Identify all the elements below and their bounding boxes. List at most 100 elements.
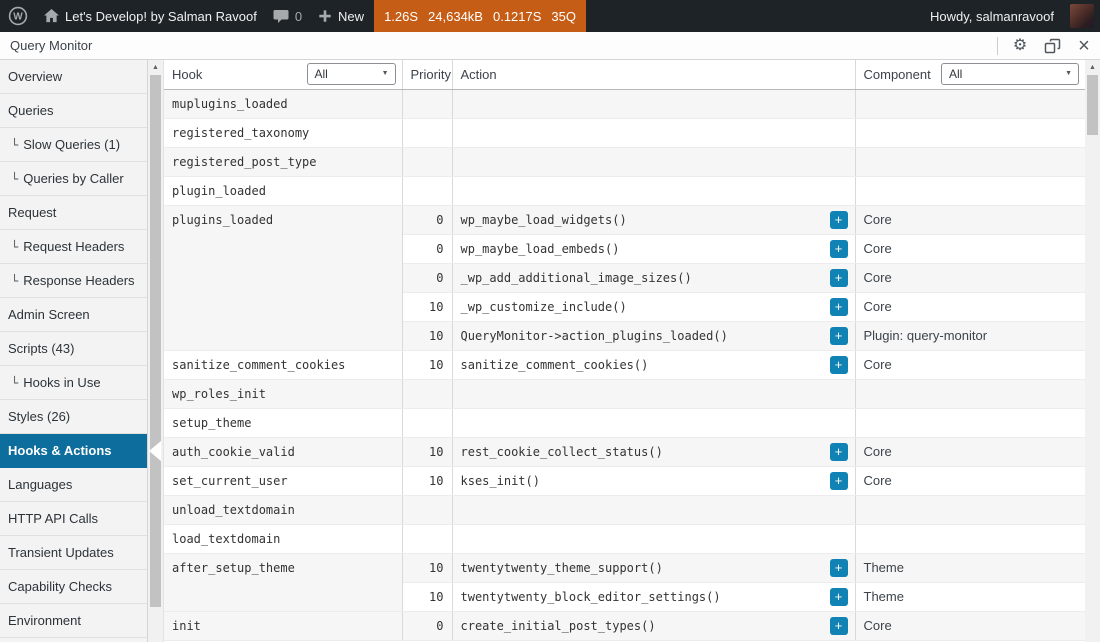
table-scrollbar-thumb[interactable]	[1087, 75, 1098, 135]
action-function: _wp_customize_include()	[461, 300, 627, 314]
component-value: Theme	[855, 582, 1085, 611]
priority-value	[402, 524, 452, 553]
action-cell	[452, 524, 855, 553]
table-row: sanitize_comment_cookies10sanitize_comme…	[164, 350, 1085, 379]
table-row: wp_roles_init	[164, 379, 1085, 408]
sidebar-item-hooks-in-use[interactable]: └Hooks in Use	[0, 366, 147, 400]
component-value	[855, 147, 1085, 176]
close-icon: ×	[1078, 36, 1090, 56]
new-content-menu[interactable]: New	[310, 0, 372, 32]
sidebar-item-transient-updates[interactable]: Transient Updates	[0, 536, 147, 570]
qm-stat-value: 0.1217S	[493, 9, 541, 24]
hook-name: auth_cookie_valid	[164, 437, 402, 466]
priority-column-header: Priority	[402, 60, 452, 89]
site-name-menu[interactable]: Let's Develop! by Salman Ravoof	[36, 0, 265, 32]
priority-value: 0	[402, 611, 452, 640]
sidebar-item-response-headers[interactable]: └Response Headers	[0, 264, 147, 298]
sidebar-item-label: Request	[8, 205, 56, 220]
expand-action-button[interactable]: +	[830, 211, 848, 229]
hook-name: load_textdomain	[164, 524, 402, 553]
sidebar-item-request[interactable]: Request	[0, 196, 147, 230]
sidebar-item-languages[interactable]: Languages	[0, 468, 147, 502]
branch-icon: └	[11, 274, 18, 288]
sidebar-item-label: HTTP API Calls	[8, 511, 98, 526]
priority-value	[402, 147, 452, 176]
action-cell	[452, 176, 855, 205]
action-cell: kses_init()+	[452, 466, 855, 495]
my-account-menu[interactable]: Howdy, salmanravoof	[922, 0, 1062, 32]
priority-value: 10	[402, 292, 452, 321]
sidebar-item-http-api-calls[interactable]: HTTP API Calls	[0, 502, 147, 536]
action-function: twentytwenty_block_editor_settings()	[461, 590, 721, 604]
comments-menu[interactable]: 0	[265, 0, 310, 32]
sidebar-item-request-headers[interactable]: └Request Headers	[0, 230, 147, 264]
sidebar-item-capability-checks[interactable]: Capability Checks	[0, 570, 147, 604]
hooks-panel: Hook All ▼ Priority Action Component	[163, 60, 1085, 642]
component-value	[855, 176, 1085, 205]
expand-action-button[interactable]: +	[830, 269, 848, 287]
sidebar-item-overview[interactable]: Overview	[0, 60, 147, 94]
hook-filter-select[interactable]: All ▼	[307, 63, 396, 85]
table-scrollbar[interactable]: ▲	[1085, 60, 1100, 642]
component-value: Core	[855, 466, 1085, 495]
table-row: plugin_loaded	[164, 176, 1085, 205]
expand-action-button[interactable]: +	[830, 472, 848, 490]
table-row: init0create_initial_post_types()+Core	[164, 611, 1085, 640]
action-cell: _wp_add_additional_image_sizes()+	[452, 263, 855, 292]
branch-icon: └	[11, 138, 18, 152]
close-panel-button[interactable]: ×	[1068, 32, 1100, 60]
sidebar-item-styles-26[interactable]: Styles (26)	[0, 400, 147, 434]
panel-title: Query Monitor	[10, 38, 92, 53]
scroll-up-arrow-icon[interactable]: ▲	[148, 60, 163, 75]
toggle-panel-position-button[interactable]	[1036, 32, 1068, 60]
settings-button[interactable]: ⚙	[1004, 32, 1036, 60]
action-function: rest_cookie_collect_status()	[461, 445, 663, 459]
component-value: Theme	[855, 553, 1085, 582]
action-column-header: Action	[452, 60, 855, 89]
user-avatar[interactable]	[1070, 4, 1094, 28]
expand-action-button[interactable]: +	[830, 240, 848, 258]
priority-value: 10	[402, 553, 452, 582]
priority-value: 10	[402, 350, 452, 379]
expand-action-button[interactable]: +	[830, 617, 848, 635]
action-cell	[452, 379, 855, 408]
wordpress-logo-icon: W	[8, 6, 28, 26]
sidebar-item-queries-by-caller[interactable]: └Queries by Caller	[0, 162, 147, 196]
table-row: plugins_loaded0wp_maybe_load_widgets()+C…	[164, 205, 1085, 234]
hook-filter-value: All	[315, 67, 328, 81]
action-cell: twentytwenty_block_editor_settings() +	[452, 582, 855, 611]
sidebar-scrollbar[interactable]: ▲	[148, 60, 163, 642]
wp-logo-menu[interactable]: W	[0, 0, 36, 32]
sidebar-item-label: Hooks & Actions	[8, 443, 112, 458]
comment-bubble-icon	[273, 9, 289, 24]
sidebar-item-hooks-actions[interactable]: Hooks & Actions	[0, 434, 147, 468]
component-filter-select[interactable]: All ▼	[941, 63, 1079, 85]
expand-action-button[interactable]: +	[830, 298, 848, 316]
expand-action-button[interactable]: +	[830, 327, 848, 345]
sidebar-scrollbar-thumb[interactable]	[150, 75, 161, 607]
sidebar-item-admin-screen[interactable]: Admin Screen	[0, 298, 147, 332]
component-value: Core	[855, 292, 1085, 321]
priority-value: 10	[402, 437, 452, 466]
priority-value: 0	[402, 205, 452, 234]
expand-action-button[interactable]: +	[830, 443, 848, 461]
howdy-label: Howdy, salmanravoof	[930, 9, 1054, 24]
scroll-up-arrow-icon[interactable]: ▲	[1085, 60, 1100, 75]
sidebar-item-slow-queries-1[interactable]: └ Slow Queries (1)	[0, 128, 147, 162]
priority-value: 10	[402, 582, 452, 611]
expand-action-button[interactable]: +	[830, 588, 848, 606]
component-header-label: Component	[864, 67, 931, 82]
sidebar-item-label: Slow Queries (1)	[23, 137, 120, 152]
table-row: load_textdomain	[164, 524, 1085, 553]
query-monitor-stats[interactable]: 1.26S24,634kB0.1217S35Q	[374, 0, 586, 32]
expand-action-button[interactable]: +	[830, 356, 848, 374]
component-value: Core	[855, 611, 1085, 640]
expand-action-button[interactable]: +	[830, 559, 848, 577]
sidebar-item-label: Languages	[8, 477, 72, 492]
sidebar-item-queries[interactable]: Queries	[0, 94, 147, 128]
sidebar-item-environment[interactable]: Environment	[0, 604, 147, 638]
priority-value: 10	[402, 321, 452, 350]
sidebar-item-scripts-43[interactable]: Scripts (43)	[0, 332, 147, 366]
plus-icon	[318, 9, 332, 23]
sidebar-item-label: Environment	[8, 613, 81, 628]
